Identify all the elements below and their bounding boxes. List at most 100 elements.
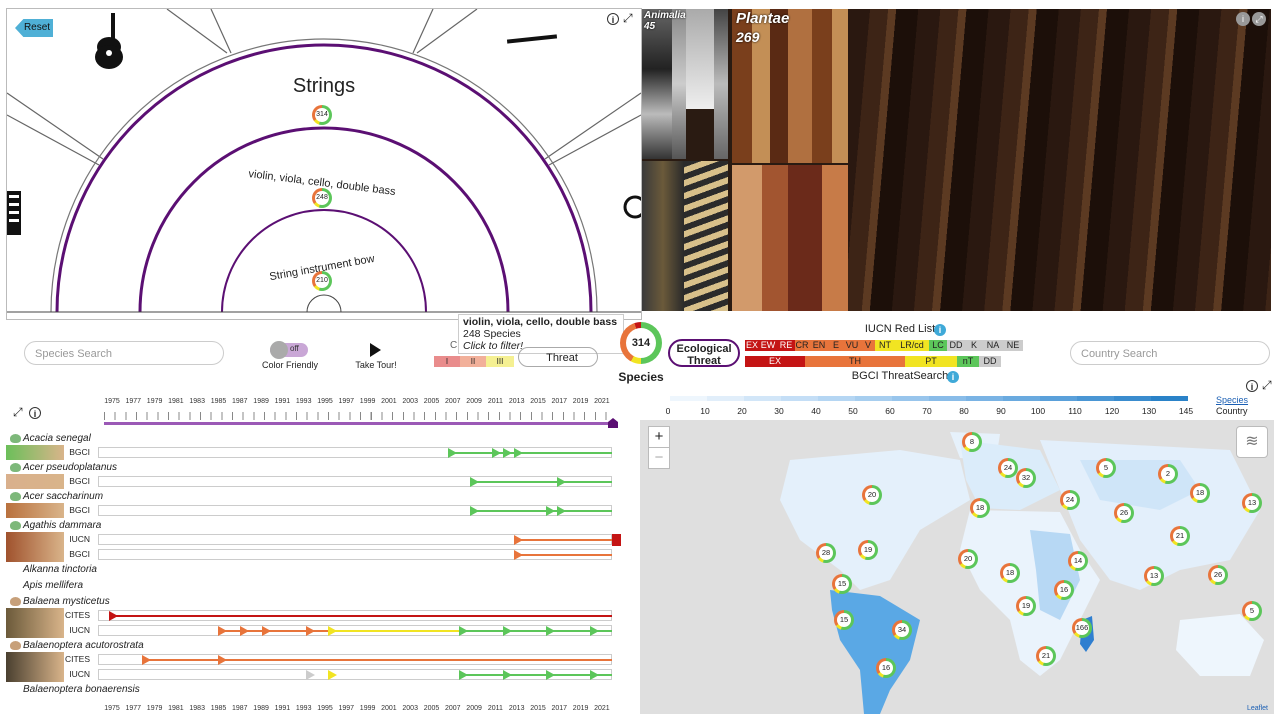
species-name[interactable]: Acer pseudoplatanus xyxy=(23,462,117,473)
xylophone-icon[interactable] xyxy=(7,191,21,235)
iucn-cell-en[interactable]: EN xyxy=(809,340,829,351)
expand-icon[interactable]: ⤢ xyxy=(623,12,633,24)
status-change-marker[interactable] xyxy=(513,448,523,458)
status-change-marker[interactable] xyxy=(502,670,512,680)
status-change-marker[interactable] xyxy=(458,626,468,636)
info-icon[interactable]: i xyxy=(1246,380,1258,392)
map-cluster[interactable]: 8 xyxy=(962,432,982,452)
info-icon[interactable]: i xyxy=(934,324,946,336)
iucn-cell-ew[interactable]: EW xyxy=(759,340,777,351)
status-change-marker[interactable] xyxy=(557,506,567,516)
status-change-marker[interactable] xyxy=(141,655,151,665)
leaflet-attribution[interactable]: Leaflet xyxy=(1247,705,1268,712)
status-change-marker[interactable] xyxy=(262,626,272,636)
status-change-marker[interactable] xyxy=(590,626,600,636)
map-cluster[interactable]: 15 xyxy=(834,610,854,630)
status-change-marker[interactable] xyxy=(327,626,337,636)
country-search-input[interactable]: Country Search xyxy=(1070,341,1270,365)
status-change-marker[interactable] xyxy=(491,448,501,458)
play-icon[interactable] xyxy=(370,343,381,357)
status-change-marker[interactable] xyxy=(469,477,479,487)
iucn-cell-re[interactable]: RE xyxy=(777,340,795,351)
map-cluster[interactable]: 21 xyxy=(1036,646,1056,666)
map-cluster[interactable]: 2 xyxy=(1158,464,1178,484)
status-change-marker[interactable] xyxy=(305,626,315,636)
world-map[interactable]: 8 24 32 5 2 20 18 13 24 18 26 21 28 19 20 18 14 13 26 15 16 1… xyxy=(640,420,1274,714)
iucn-cell-na[interactable]: NA xyxy=(983,340,1003,351)
map-cluster[interactable]: 15 xyxy=(832,574,852,594)
iucn-cell-cr[interactable]: CR xyxy=(795,340,809,351)
species-name[interactable]: Balaenoptera acutorostrata xyxy=(23,640,144,651)
iucn-cell-vu[interactable]: VU xyxy=(843,340,861,351)
drum-icon[interactable] xyxy=(623,195,641,219)
map-cluster[interactable]: 24 xyxy=(998,458,1018,478)
zoom-in-button[interactable]: + xyxy=(648,426,670,448)
take-tour-button[interactable]: Take Tour! xyxy=(350,360,402,370)
iucn-cell-lc[interactable]: LC xyxy=(929,340,947,351)
map-cluster[interactable]: 16 xyxy=(876,658,896,678)
iucn-cell-nt[interactable]: NT xyxy=(875,340,895,351)
color-friendly-toggle[interactable]: off xyxy=(270,341,308,359)
guitar-icon[interactable] xyxy=(95,13,123,69)
status-end-marker[interactable] xyxy=(612,534,621,546)
status-change-marker[interactable] xyxy=(218,655,228,665)
animal-tile[interactable] xyxy=(642,161,684,311)
map-cluster[interactable]: 26 xyxy=(1114,503,1134,523)
iucn-cell-k[interactable]: K xyxy=(965,340,983,351)
layers-icon[interactable]: ≋ xyxy=(1236,426,1268,458)
status-change-marker[interactable] xyxy=(513,550,523,560)
expand-icon[interactable]: ⤢ xyxy=(1252,12,1266,26)
status-change-marker[interactable] xyxy=(108,611,118,621)
legend-species-toggle[interactable]: Species xyxy=(1216,395,1248,405)
species-name[interactable]: Balaenoptera bonaerensis xyxy=(23,684,140,695)
status-change-marker[interactable] xyxy=(513,535,523,545)
iucn-cell-e[interactable]: E xyxy=(829,340,843,351)
animal-tile[interactable] xyxy=(714,9,728,159)
species-badge-mid[interactable]: 248 xyxy=(312,188,332,208)
iucn-cell-v[interactable]: V xyxy=(861,340,875,351)
info-icon[interactable]: i xyxy=(607,13,619,25)
info-icon[interactable]: i xyxy=(1236,12,1250,26)
zoom-out-button[interactable]: − xyxy=(648,447,670,469)
map-cluster[interactable]: 13 xyxy=(1242,493,1262,513)
iucn-legend[interactable]: EX EW RE CR EN E VU V NT LR/cd LC DD K NA NE xyxy=(745,340,1061,351)
bgci-legend[interactable]: EX TH PT nT DD xyxy=(745,356,1001,367)
status-change-marker[interactable] xyxy=(546,506,556,516)
iucn-cell-dd[interactable]: DD xyxy=(947,340,965,351)
status-change-marker[interactable] xyxy=(218,626,228,636)
status-change-marker[interactable] xyxy=(546,670,556,680)
species-badge-inner[interactable]: 210 xyxy=(312,271,332,291)
clarinet-icon[interactable] xyxy=(506,34,558,44)
expand-icon[interactable]: ⤢ xyxy=(1262,379,1272,391)
map-cluster[interactable]: 26 xyxy=(1208,565,1228,585)
map-cluster[interactable]: 14 xyxy=(1068,551,1088,571)
map-cluster[interactable]: 24 xyxy=(1060,490,1080,510)
status-change-marker[interactable] xyxy=(240,626,250,636)
status-change-marker[interactable] xyxy=(447,448,457,458)
iucn-cell-ex[interactable]: EX xyxy=(745,340,759,351)
taxonomy-treemap[interactable]: Animalia 45 Plantae 269 i ⤢ xyxy=(642,9,1271,311)
status-change-marker[interactable] xyxy=(502,448,512,458)
map-cluster[interactable]: 5 xyxy=(1242,601,1262,621)
status-change-marker[interactable] xyxy=(305,670,315,680)
map-cluster[interactable]: 19 xyxy=(1016,596,1036,616)
species-name[interactable]: Acer saccharinum xyxy=(23,491,103,502)
bgci-cell-nt[interactable]: nT xyxy=(957,356,979,367)
year-range-slider[interactable] xyxy=(104,422,616,425)
species-name[interactable]: Alkanna tinctoria xyxy=(23,564,97,575)
legend-country-toggle[interactable]: Country xyxy=(1216,406,1248,416)
species-badge-outer[interactable]: 314 xyxy=(312,105,332,125)
map-cluster[interactable]: 21 xyxy=(1170,526,1190,546)
map-cluster[interactable]: 34 xyxy=(892,620,912,640)
map-cluster[interactable]: 32 xyxy=(1016,468,1036,488)
cites-ii[interactable]: II xyxy=(460,356,486,367)
cites-iii[interactable]: III xyxy=(486,356,514,367)
status-change-marker[interactable] xyxy=(590,670,600,680)
plant-tile[interactable] xyxy=(732,165,848,311)
map-cluster[interactable]: 18 xyxy=(1000,563,1020,583)
species-total-donut[interactable]: 314 xyxy=(620,322,662,364)
ecological-threat-button[interactable]: Ecological Threat xyxy=(668,339,740,367)
species-name[interactable]: Apis mellifera xyxy=(23,580,83,591)
map-cluster[interactable]: 19 xyxy=(858,540,878,560)
map-cluster[interactable]: 20 xyxy=(862,485,882,505)
